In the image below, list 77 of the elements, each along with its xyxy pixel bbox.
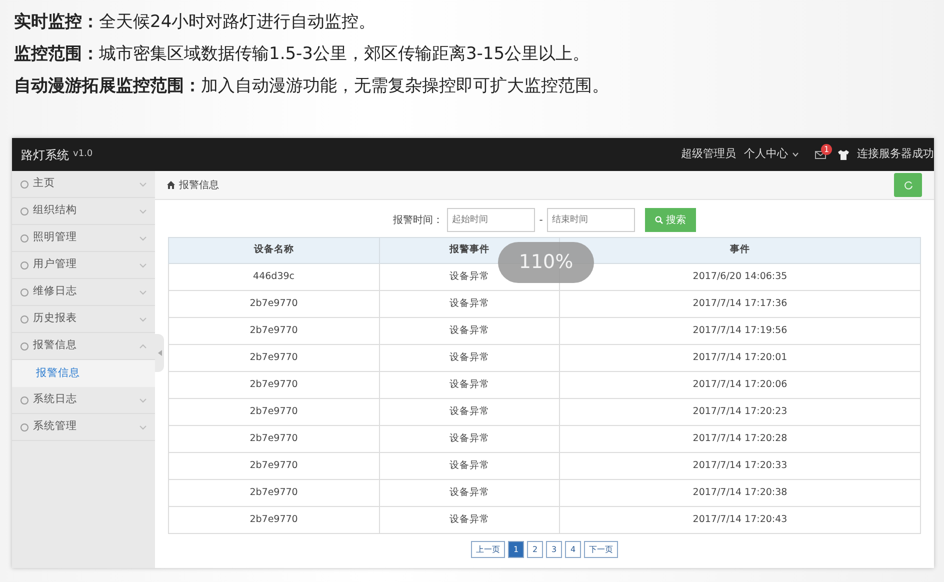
menu-item-icon [20, 342, 29, 350]
sidebar-label: 历史报表 [33, 311, 77, 326]
table-cell: 2b7e9770 [168, 344, 380, 372]
menu-item-icon [20, 288, 29, 296]
table-cell: 2017/7/14 17:20:38 [560, 480, 920, 506]
table-cell: 设备异常 [379, 426, 560, 452]
menu-item-icon [20, 260, 29, 270]
version-label: v1.0 [73, 148, 93, 161]
table-cell: 2017/7/14 17:20:33 [560, 452, 920, 480]
column-header: 设备名称 [168, 238, 380, 264]
search-icon [654, 216, 663, 224]
page-button[interactable]: 上一页 [471, 541, 505, 558]
table-cell: 设备异常 [379, 480, 560, 506]
table-cell: 2b7e9770 [168, 318, 380, 344]
table-cell: 设备异常 [379, 344, 560, 372]
page-button[interactable]: 3 [546, 541, 562, 558]
sidebar-label: 维修日志 [33, 284, 77, 300]
filter-label: 报警时间： [393, 214, 444, 228]
breadcrumb: 报警信息 [179, 178, 219, 192]
sidebar-label: 系统日志 [33, 392, 77, 408]
sidebar-label: 照明管理 [33, 230, 77, 246]
page-button[interactable]: 4 [565, 541, 581, 558]
personal-center-menu[interactable]: 个人中心 [744, 146, 799, 163]
table-cell: 2017/7/14 17:17:36 [560, 290, 920, 318]
mail-icon [815, 150, 826, 158]
notification-badge: 1 [821, 144, 832, 154]
page-button[interactable]: 下一页 [584, 541, 618, 558]
intro-text: 实时监控：全天候24小时对路灯进行自动监控。 [14, 11, 377, 34]
page-button[interactable]: 2 [527, 541, 543, 558]
menu-item-icon [20, 180, 29, 188]
menu-item-icon [20, 422, 29, 432]
table-cell: 设备异常 [379, 372, 560, 398]
table-cell: 设备异常 [379, 452, 560, 480]
user-name: 超级管理员 [681, 146, 736, 162]
table-cell: 2b7e9770 [168, 426, 380, 452]
table-cell: 446d39c [168, 264, 380, 290]
table-cell: 2b7e9770 [168, 398, 380, 426]
shirt-icon [838, 150, 849, 160]
table-cell: 2017/7/14 17:19:56 [560, 318, 920, 344]
menu-item-icon [20, 396, 29, 404]
table-cell: 2b7e9770 [168, 372, 380, 398]
collapse-handle[interactable] [155, 334, 164, 372]
table-cell: 设备异常 [379, 506, 560, 534]
table-cell: 2b7e9770 [168, 290, 380, 318]
chevron-down-icon [792, 152, 799, 157]
table-cell: 设备异常 [379, 290, 560, 318]
sidebar-label: 系统管理 [33, 419, 77, 434]
menu-item-icon [20, 206, 29, 216]
table-cell: 2017/7/14 17:20:43 [560, 506, 920, 534]
start-time-field[interactable]: 起始时间 [447, 208, 536, 232]
intro-text: 自动漫游拓展监控范围：加入自动漫游功能，无需复杂操控即可扩大监控范围。 [14, 75, 610, 98]
sidebar-label: 报警信息 [33, 338, 77, 354]
sidebar-label: 主页 [33, 176, 55, 192]
sidebar-label: 用户管理 [33, 257, 77, 272]
refresh-icon [904, 180, 912, 190]
table-cell: 2017/7/14 17:20:23 [560, 398, 920, 426]
intro-text: 监控范围：城市密集区域数据传输1.5-3公里，郊区传输距离3-15公里以上。 [14, 43, 591, 66]
menu-item-icon [20, 234, 29, 242]
table-cell: 2017/7/14 17:20:28 [560, 426, 920, 452]
menu-item-icon [20, 314, 29, 324]
page-button[interactable]: 1 [508, 541, 524, 558]
table-cell: 2b7e9770 [168, 480, 380, 506]
table-cell: 2017/7/14 17:20:01 [560, 344, 920, 372]
sidebar-subitem[interactable]: 报警信息 [12, 360, 155, 387]
table-cell: 2017/7/14 17:20:06 [560, 372, 920, 398]
table-cell: 2b7e9770 [168, 506, 380, 534]
table-cell: 设备异常 [379, 318, 560, 344]
sidebar-label: 组织结构 [33, 203, 77, 218]
connection-status: 连接服务器成功 [857, 146, 934, 162]
home-icon [167, 181, 175, 189]
table-cell: 2b7e9770 [168, 452, 380, 480]
table-cell: 设备异常 [379, 398, 560, 426]
app-title: 路灯系统 [21, 146, 69, 164]
caret-left-icon [158, 350, 162, 356]
separator: - [539, 214, 543, 228]
refresh-button[interactable] [894, 173, 922, 197]
end-time-field[interactable]: 结束时间 [546, 208, 635, 232]
